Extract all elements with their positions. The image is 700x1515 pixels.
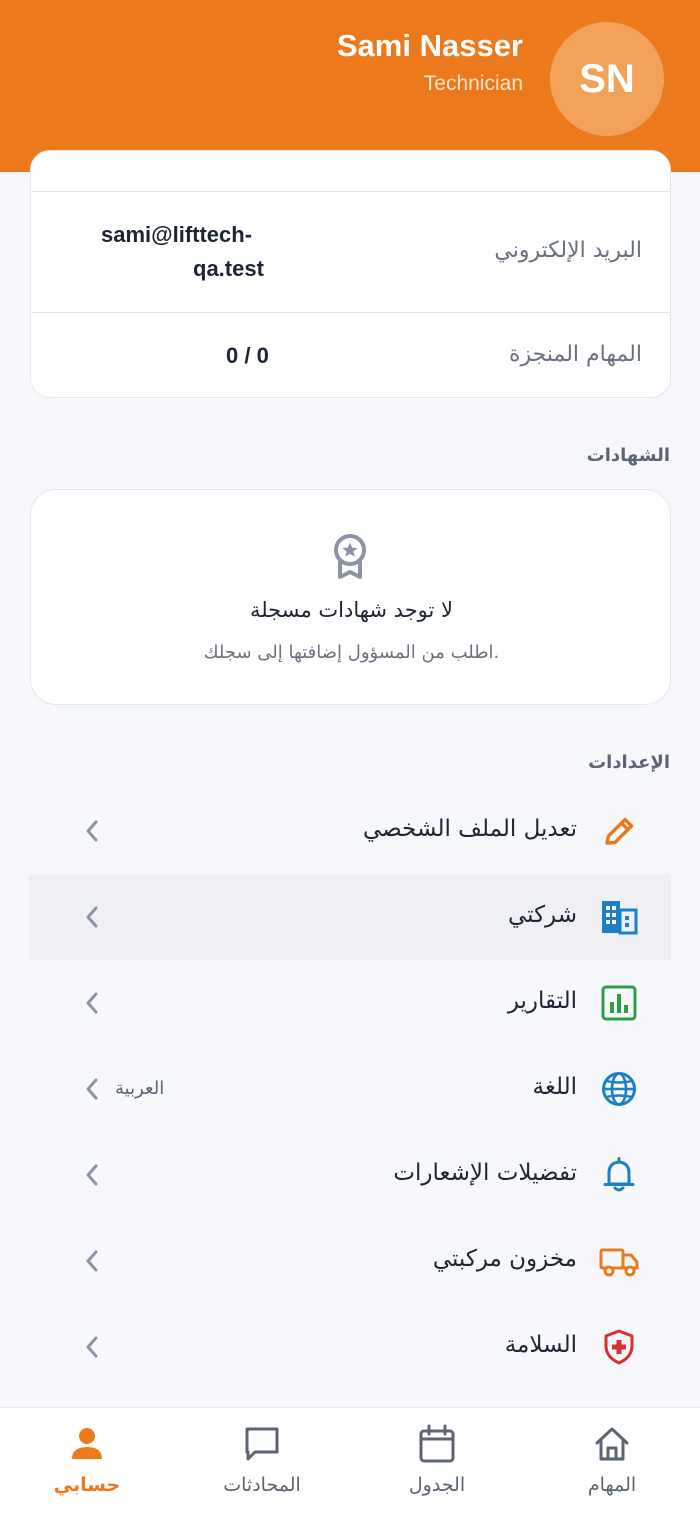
pencil-icon [605, 817, 634, 845]
certificates-section-title: الشهادات [586, 445, 670, 466]
profile-header: Sami Nasser Technician SN [0, 0, 700, 172]
tab-label: حسابي [53, 1474, 121, 1496]
chevron-left-icon [86, 906, 98, 928]
user-role: Technician [423, 72, 523, 95]
shield-medical-icon [604, 1329, 634, 1365]
certificates-empty-hint: اطلب من المسؤول إضافتها إلى سجلك. [203, 642, 500, 663]
tab-label: المهام [587, 1474, 637, 1496]
tasks-value: 0 / 0 [226, 343, 269, 368]
email-value: sami@lifttech- qa.test [101, 222, 264, 281]
user-name: Sami Nasser [336, 28, 523, 63]
settings-item-notification-preferences[interactable]: تفضيلات الإشعارات [29, 1132, 671, 1218]
avatar[interactable]: SN [550, 22, 664, 136]
settings-item-label: تعديل الملف الشخصي [362, 816, 577, 842]
home-icon [595, 1427, 629, 1461]
info-row-tasks: المهام المنجزة 0 / 0 [31, 313, 670, 397]
chevron-left-icon [86, 820, 98, 842]
chevron-left-icon [86, 1078, 98, 1100]
chevron-left-icon [86, 1336, 98, 1358]
chevron-left-icon [86, 1164, 98, 1186]
tab-label: المحادثات [223, 1474, 301, 1496]
settings-item-safety[interactable]: السلامة [29, 1304, 671, 1390]
settings-item-label: التقارير [507, 988, 577, 1014]
truck-icon [599, 1248, 639, 1277]
settings-item-label: مخزون مركبتي [432, 1246, 577, 1272]
settings-item-label: شركتي [507, 902, 577, 928]
tab-schedule[interactable]: الجدول [367, 1408, 507, 1515]
certificates-empty-title: لا توجد شهادات مسجلة [249, 598, 454, 622]
tab-tasks[interactable]: المهام [542, 1408, 682, 1515]
profile-info-card: البريد الإلكتروني sami@lifttech- qa.test… [30, 150, 671, 398]
settings-item-my-company[interactable]: شركتي [29, 874, 671, 960]
tab-chats[interactable]: المحادثات [192, 1408, 332, 1515]
tasks-label: المهام المنجزة [508, 342, 642, 367]
tab-account[interactable]: حسابي [17, 1408, 157, 1515]
info-row-email: البريد الإلكتروني sami@lifttech- qa.test [31, 192, 670, 312]
tab-label: الجدول [408, 1474, 466, 1496]
building-icon [602, 901, 638, 935]
settings-item-label: السلامة [504, 1332, 577, 1358]
email-label: البريد الإلكتروني [494, 238, 642, 263]
bell-icon [603, 1157, 635, 1192]
chevron-left-icon [86, 1250, 98, 1272]
settings-item-label: اللغة [532, 1074, 577, 1100]
settings-item-edit-profile[interactable]: تعديل الملف الشخصي [29, 788, 671, 874]
chevron-left-icon [86, 992, 98, 1014]
user-icon [72, 1428, 102, 1459]
bottom-navigation: حسابي المحادثات الجدول المهام [0, 1407, 700, 1515]
calendar-icon [419, 1424, 455, 1463]
settings-item-reports[interactable]: التقارير [29, 960, 671, 1046]
settings-item-label: تفضيلات الإشعارات [393, 1160, 577, 1186]
settings-item-vehicle-stock[interactable]: مخزون مركبتي [29, 1218, 671, 1304]
globe-icon [602, 1072, 636, 1106]
chat-icon [245, 1427, 279, 1461]
settings-section-title: الإعدادات [588, 752, 670, 773]
award-icon [334, 534, 366, 579]
current-language: العربية [115, 1078, 165, 1099]
certificates-empty-card: لا توجد شهادات مسجلة اطلب من المسؤول إضا… [30, 489, 671, 705]
settings-item-language[interactable]: اللغة العربية [29, 1046, 671, 1132]
bar-chart-icon [601, 985, 637, 1021]
